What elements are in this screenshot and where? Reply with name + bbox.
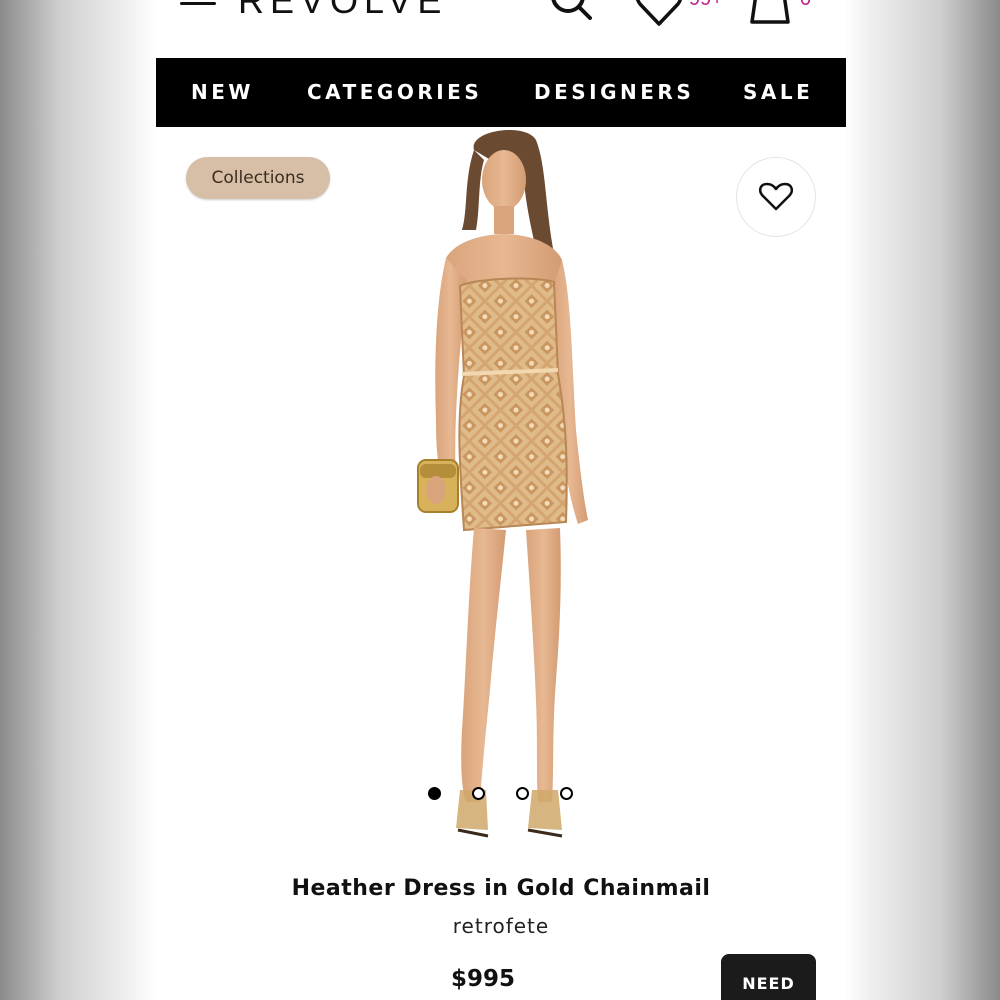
product-page: REVOLVE 99+ 0 NEW CATEGORIES DESIGNERS S… <box>156 0 846 1000</box>
carousel-dot-1[interactable] <box>428 787 441 800</box>
nav-item-categories[interactable]: CATEGORIES <box>307 80 482 104</box>
collections-tag[interactable]: Collections <box>186 157 330 199</box>
product-brand[interactable]: retrofete <box>156 914 846 938</box>
carousel-dot-3[interactable] <box>516 787 529 800</box>
product-title[interactable]: Heather Dress in Gold Chainmail <box>156 876 846 901</box>
nav-item-sale[interactable]: SALE <box>743 80 813 104</box>
product-price: $995 <box>451 966 516 992</box>
heart-icon[interactable] <box>634 0 684 28</box>
heart-outline-icon <box>758 182 794 211</box>
carousel-dot-2[interactable] <box>472 787 485 800</box>
shopping-bag-icon[interactable] <box>748 0 794 26</box>
nav-item-designers[interactable]: DESIGNERS <box>534 80 694 104</box>
nav-item-new[interactable]: NEW <box>191 80 254 104</box>
category-nav: NEW CATEGORIES DESIGNERS SALE <box>156 58 846 127</box>
wishlist-count-badge: 99+ <box>689 0 723 11</box>
header-bar: REVOLVE 99+ 0 <box>156 0 846 58</box>
add-to-wishlist-button[interactable] <box>736 157 816 237</box>
search-icon[interactable] <box>548 0 598 26</box>
image-carousel-dots <box>428 787 588 803</box>
brand-logo[interactable]: REVOLVE <box>238 0 447 22</box>
need-button[interactable]: NEED <box>721 954 816 1000</box>
product-image[interactable] <box>376 130 626 865</box>
carousel-dot-4[interactable] <box>560 787 573 800</box>
hamburger-menu-icon[interactable] <box>180 0 218 16</box>
bag-count-badge: 0 <box>800 0 811 11</box>
